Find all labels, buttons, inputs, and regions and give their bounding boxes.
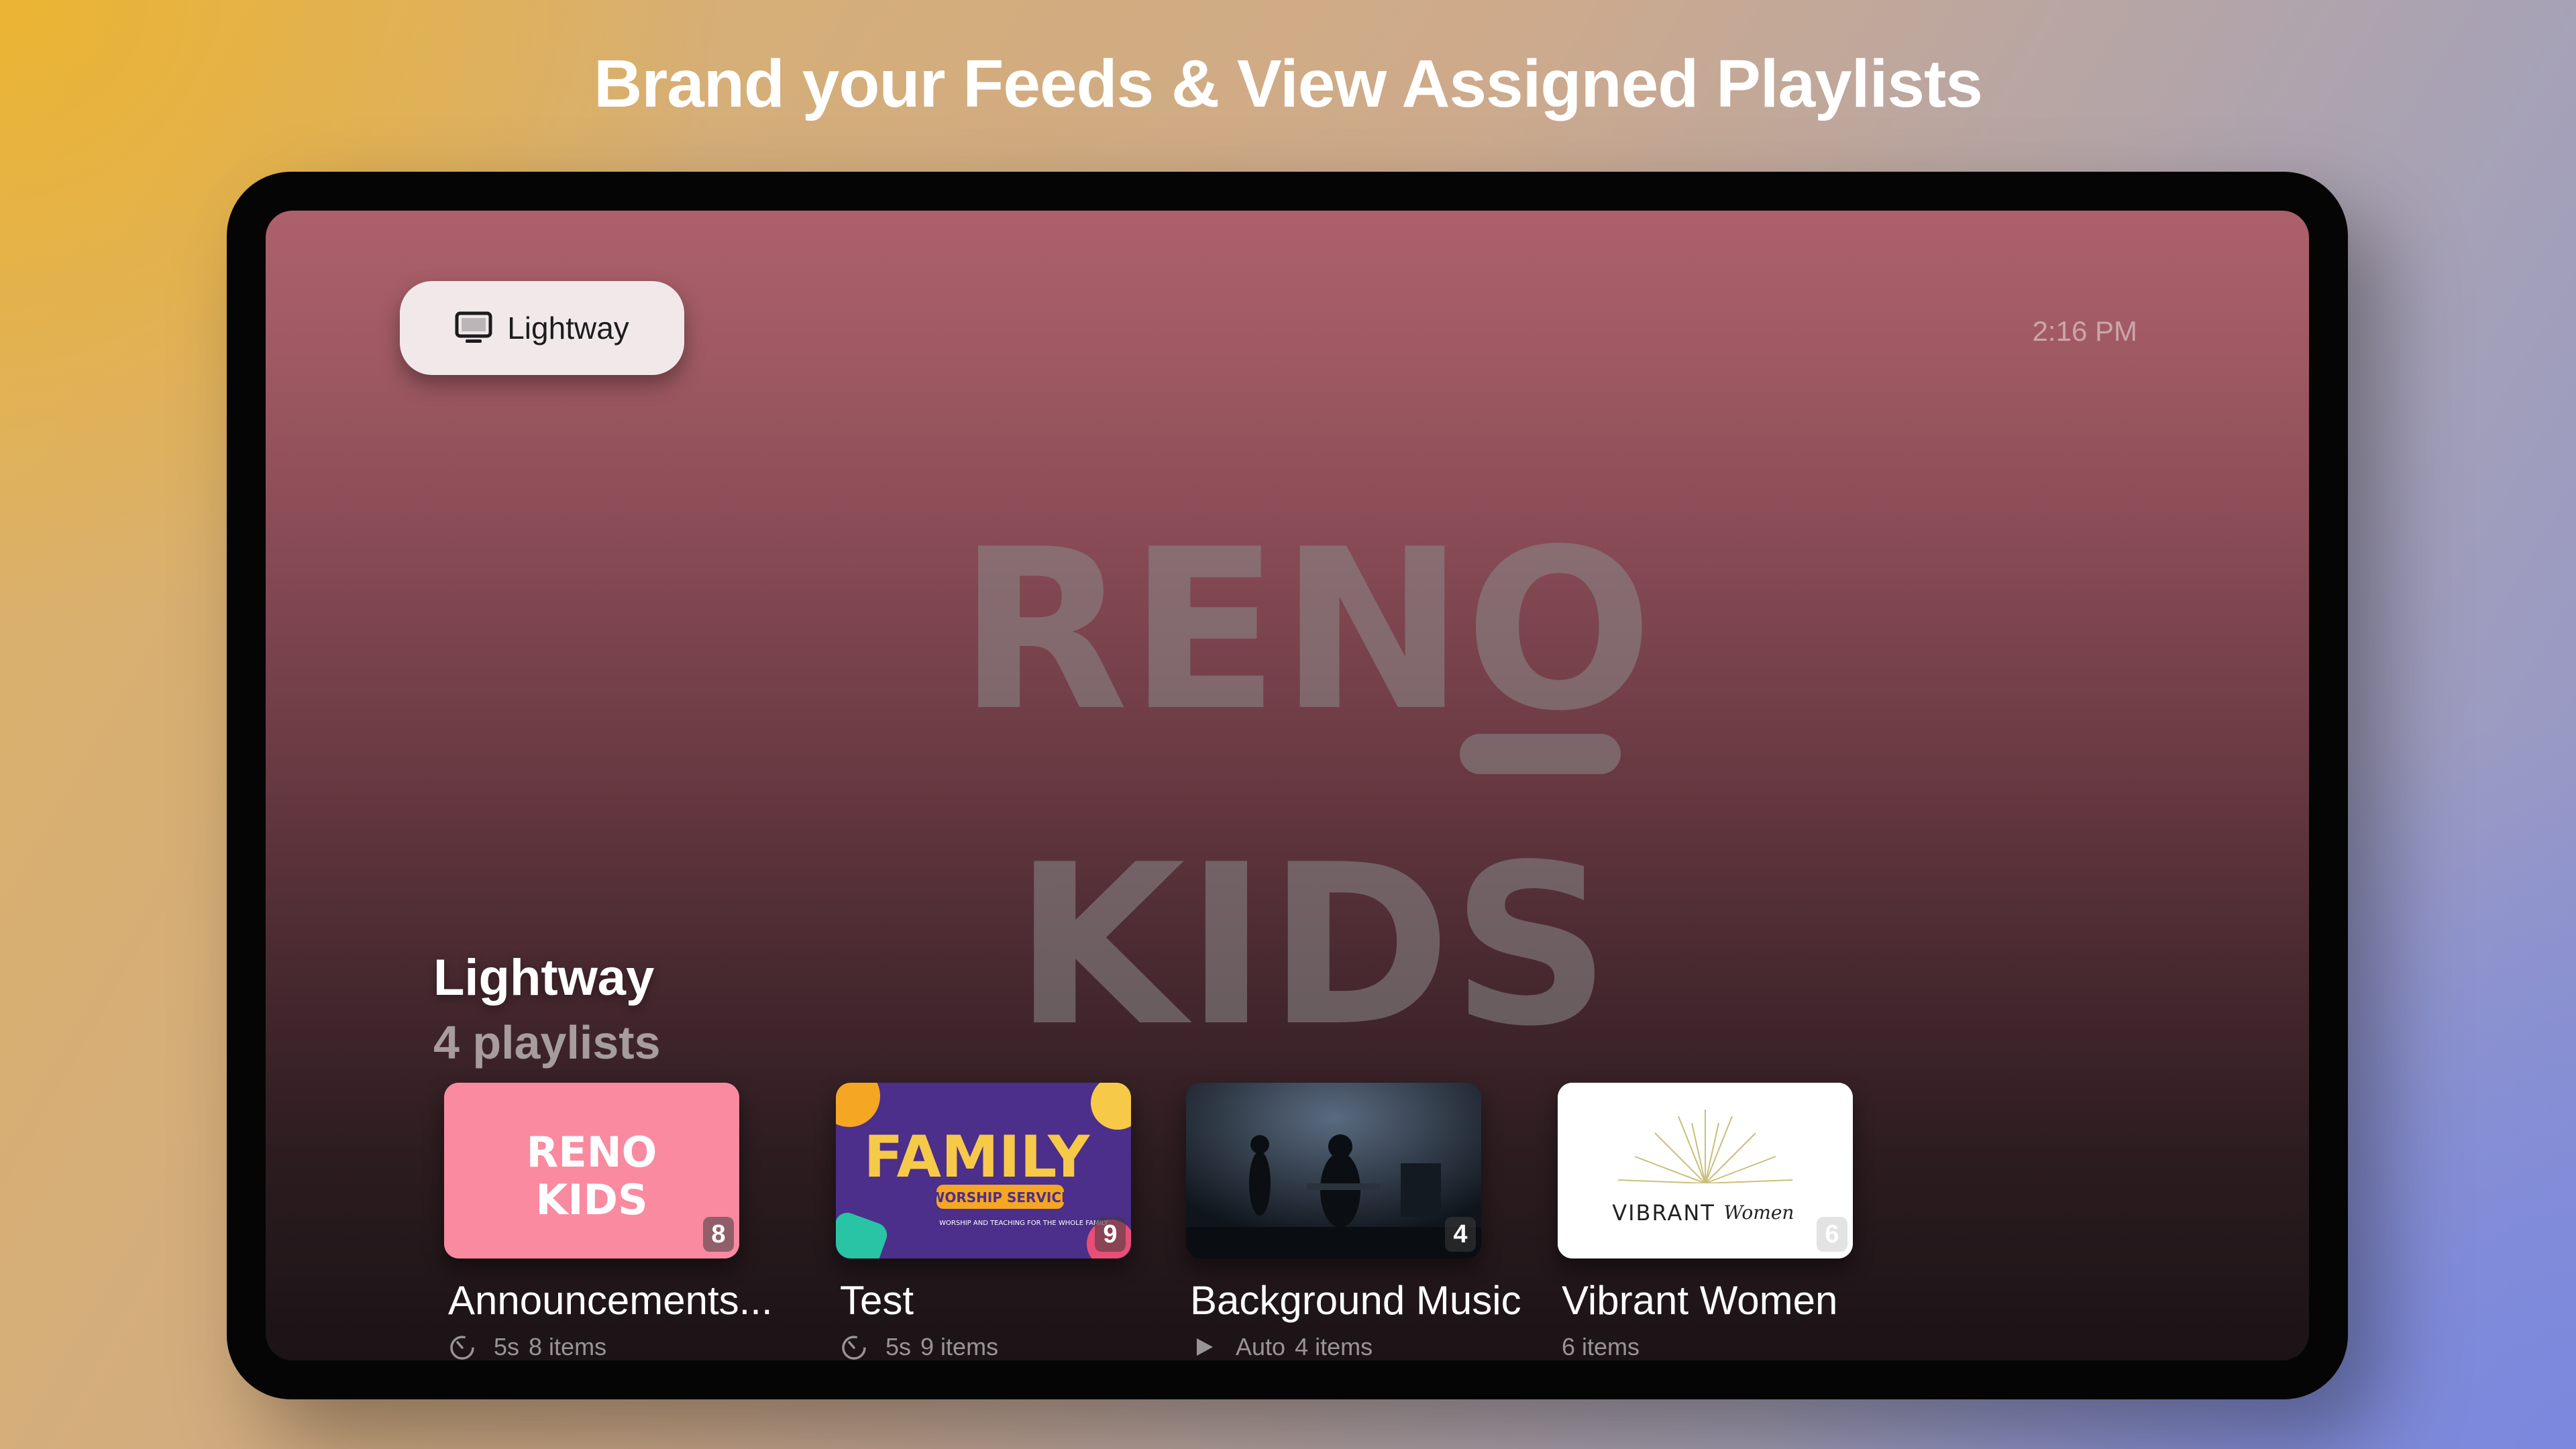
thumb-text-line2: WORSHIP SERVICE (930, 1189, 1070, 1205)
thumb-text-line2: Women (1724, 1201, 1794, 1224)
playlist-items: 8 items (529, 1333, 607, 1360)
playlist-meta: 5s 8 items (448, 1333, 800, 1360)
playlist-meta: 5s 9 items (840, 1333, 1191, 1360)
background-logo: RENO KIDS (958, 502, 1653, 1075)
playlist-title: Vibrant Women (1562, 1278, 1838, 1323)
playlist-thumbnail: RENO KIDS 8 (444, 1083, 739, 1258)
play-icon (1190, 1333, 1218, 1360)
feed-title: Lightway (433, 949, 655, 1006)
thumb-text-line1: FAMILY (864, 1124, 1091, 1191)
playlist-meta: Auto 4 items (1190, 1333, 1542, 1360)
timer-icon (448, 1333, 476, 1360)
tv-device-frame: RENO KIDS Lightway 2:16 PM Lightway 4 pl… (227, 172, 2348, 1399)
clock: 2:16 PM (2032, 315, 2137, 347)
item-count-badge: 6 (1817, 1217, 1847, 1252)
thumb-text-line1: VIBRANT (1612, 1200, 1715, 1226)
thumb-text-line3: WORSHIP AND TEACHING FOR THE WHOLE FAMIL… (939, 1220, 1109, 1227)
source-selector-button[interactable]: Lightway (400, 281, 684, 375)
playlist-mode: 5s (885, 1333, 912, 1360)
playlist-title: Announcements... (448, 1278, 773, 1323)
thumb-text-line2: KIDS (535, 1175, 647, 1224)
tv-screen: RENO KIDS Lightway 2:16 PM Lightway 4 pl… (266, 211, 2309, 1360)
playlist-items: 4 items (1295, 1333, 1373, 1360)
playlist-mode: 5s (494, 1333, 520, 1360)
playlist-items: 6 items (1562, 1333, 1640, 1360)
playlist-title: Test (840, 1278, 914, 1323)
background-logo-line2: KIDS (1014, 817, 1611, 1075)
background-logo-line1: RENO (958, 502, 1653, 759)
item-count-badge: 4 (1445, 1217, 1476, 1252)
playlist-thumbnail: 4 (1186, 1083, 1481, 1258)
item-count-badge: 9 (1095, 1217, 1126, 1252)
timer-icon (840, 1333, 868, 1360)
playlist-meta: 6 items (1562, 1333, 1913, 1360)
playlist-thumbnail: VIBRANT Women 6 (1558, 1083, 1853, 1258)
tv-icon (455, 311, 492, 345)
playlist-card-vibrant-women[interactable]: VIBRANT Women 6 Vibrant Women 6 items (1558, 1083, 1913, 1360)
thumb-text-line1: RENO (527, 1128, 657, 1177)
playlist-card-background-music[interactable]: 4 Background Music Auto 4 items (1186, 1083, 1542, 1360)
playlist-thumbnail: FAMILY WORSHIP SERVICE WORSHIP AND TEACH… (836, 1083, 1131, 1258)
playlist-count: 4 playlists (433, 1016, 661, 1069)
headline: Brand your Feeds & View Assigned Playlis… (594, 46, 1983, 121)
playlist-items: 9 items (920, 1333, 999, 1360)
source-selector-label: Lightway (507, 311, 629, 345)
playlist-title: Background Music (1190, 1278, 1521, 1323)
playlist-card-test[interactable]: FAMILY WORSHIP SERVICE WORSHIP AND TEACH… (836, 1083, 1191, 1360)
playlist-card-announcements[interactable]: RENO KIDS 8 Announcements... 5s 8 items (444, 1083, 800, 1360)
item-count-badge: 8 (703, 1217, 734, 1252)
playlist-mode: Auto (1236, 1333, 1286, 1360)
